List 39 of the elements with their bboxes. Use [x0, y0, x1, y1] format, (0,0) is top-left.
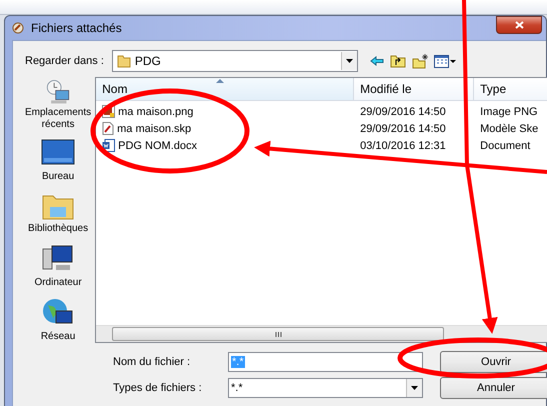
- dropdown-arrow-icon: [346, 59, 353, 63]
- file-name-cell[interactable]: PDG NOM.docx: [96, 139, 354, 152]
- type-cell-text: Image PNG: [479, 106, 539, 118]
- column-header[interactable]: Modifié le: [354, 78, 474, 100]
- window-title: Fichiers attachés: [31, 21, 123, 35]
- view-menu-icon[interactable]: [434, 54, 456, 68]
- file-name-cell[interactable]: ma maison.skp: [96, 122, 354, 135]
- column-header[interactable]: Nom: [96, 78, 354, 100]
- sidebar-place[interactable]: Bureau: [41, 139, 76, 183]
- close-icon: [514, 21, 524, 29]
- dropdown-arrow-icon: [411, 386, 418, 390]
- sort-arrow-icon: [216, 79, 224, 83]
- modified-cell-text: 03/10/2016 12:31: [359, 140, 447, 152]
- file-name-cell[interactable]: ma maison.png: [96, 105, 354, 118]
- sidebar-place[interactable]: Ordinateur: [34, 243, 82, 289]
- sidebar-place[interactable]: Réseau: [40, 297, 76, 343]
- modified-cell-text: 29/09/2016 14:50: [359, 106, 447, 118]
- horizontal-scrollbar[interactable]: [96, 325, 547, 342]
- type-cell-text: Modèle Ske: [479, 122, 540, 134]
- folder-up-icon[interactable]: [390, 54, 406, 68]
- file-type-dropdown[interactable]: *.*: [228, 378, 423, 398]
- look-in-label: Regarder dans :: [25, 55, 104, 67]
- new-folder-icon[interactable]: [412, 54, 428, 68]
- type-cell-text: Document: [479, 140, 532, 152]
- back-arrow-icon[interactable]: [370, 56, 384, 66]
- look-in-dropdown[interactable]: PDG: [112, 50, 358, 72]
- file-name-label: Nom du fichier :: [113, 356, 192, 368]
- sidebar-place[interactable]: Bibliothèques: [28, 191, 88, 235]
- word-document-icon: [102, 139, 116, 152]
- column-header[interactable]: Type: [474, 78, 547, 100]
- sidebar-place[interactable]: Emplacements récents: [25, 79, 92, 131]
- close-button[interactable]: [496, 16, 542, 34]
- document-pen-icon: [102, 122, 114, 135]
- modified-cell-text: 29/09/2016 14:50: [359, 122, 447, 134]
- cancel-button[interactable]: Annuler: [440, 377, 547, 399]
- open-button[interactable]: Ouvrir: [440, 351, 547, 373]
- file-type-label: Types de fichiers :: [113, 382, 203, 394]
- grip-icon: [274, 332, 282, 336]
- folder-icon: [116, 54, 131, 68]
